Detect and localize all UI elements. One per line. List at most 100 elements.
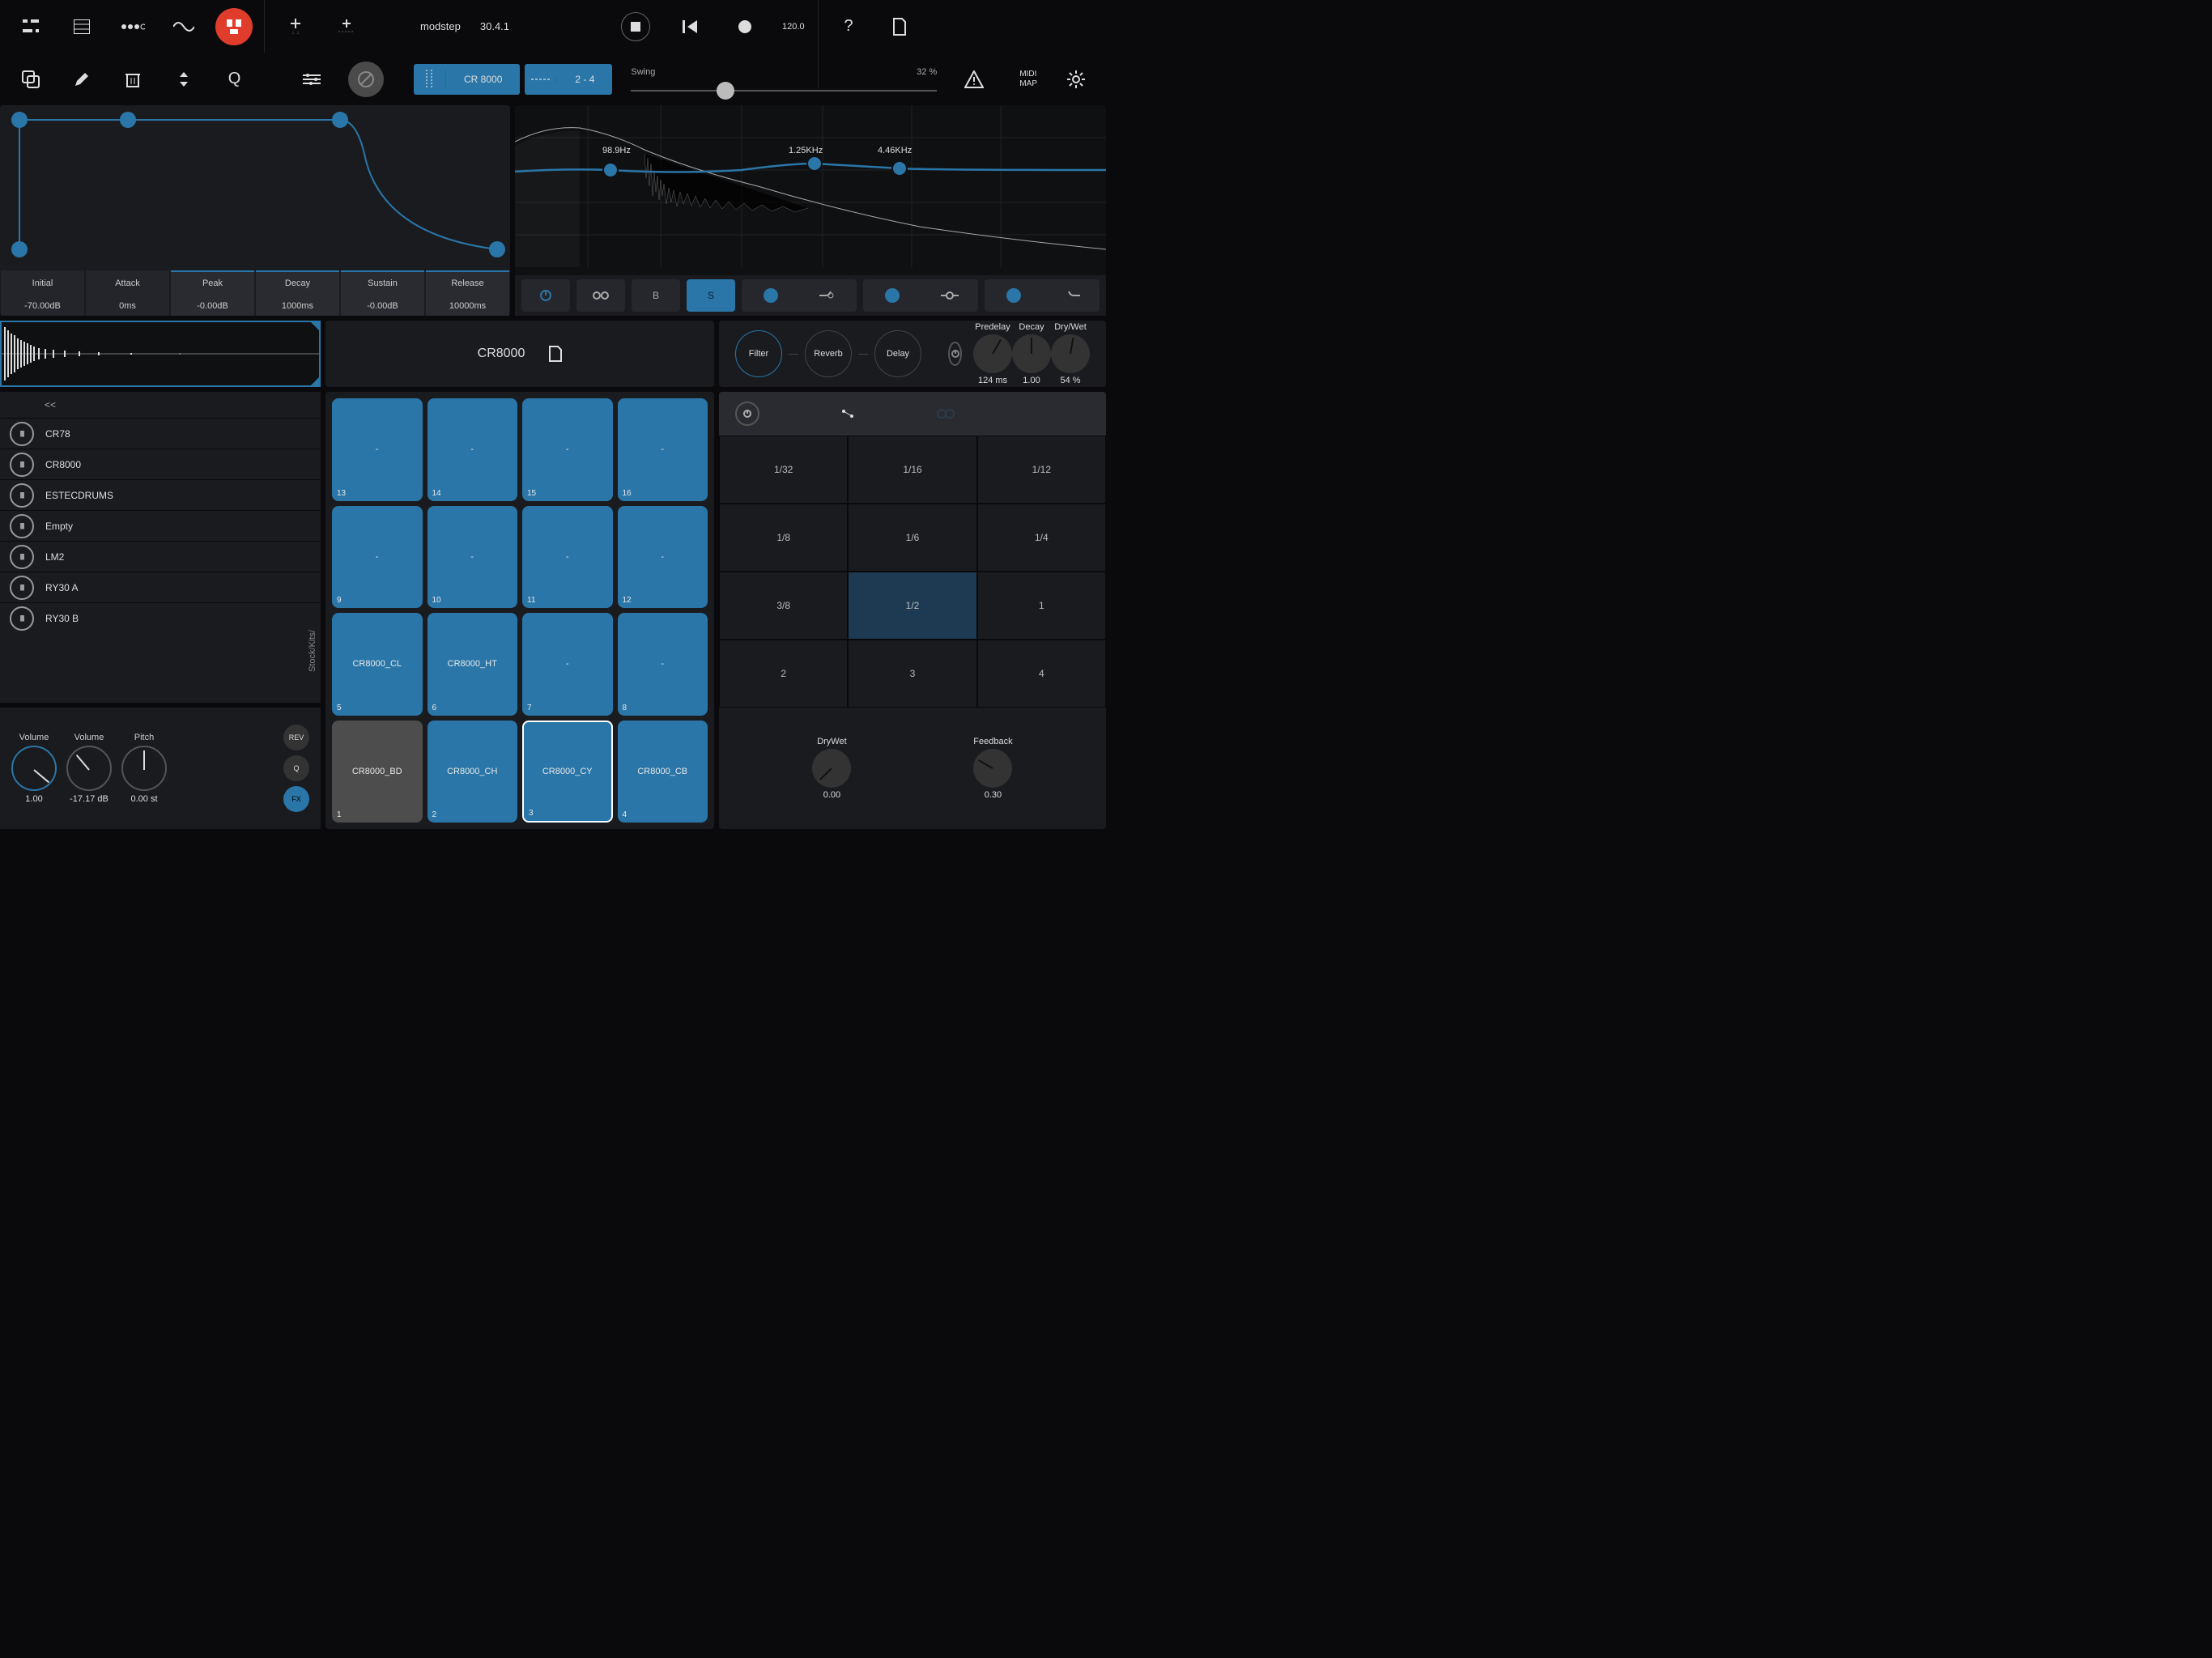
view-wave-icon[interactable] — [169, 12, 198, 40]
pad-5[interactable]: CR8000_CL5 — [332, 613, 423, 716]
sample-file-icon[interactable] — [549, 346, 562, 362]
browser-item[interactable]: |||||ESTECDRUMS — [0, 479, 321, 510]
pad-9[interactable]: -9 — [332, 506, 423, 609]
browser-item[interactable]: |||||Empty — [0, 510, 321, 541]
eq-panel[interactable]: 98.9Hz 1.25KHz 4.46KHz B S — [515, 105, 1106, 316]
delay-division-1-4[interactable]: 1/4 — [977, 504, 1106, 572]
delay-drywet-knob[interactable] — [812, 749, 851, 788]
view-steps-icon[interactable] — [118, 12, 147, 40]
envelope-param-peak[interactable]: Peak-0.00dB — [171, 270, 254, 316]
pad-13[interactable]: -13 — [332, 398, 423, 501]
browser-item[interactable]: |||||LM2 — [0, 541, 321, 572]
decay-knob[interactable] — [1012, 334, 1051, 373]
browser-item[interactable]: |||||CR8000 — [0, 449, 321, 479]
drywet-label: Dry/Wet — [1054, 322, 1087, 332]
volume-knob[interactable] — [66, 746, 112, 791]
delay-division-3-8[interactable]: 3/8 — [719, 572, 848, 640]
envelope-param-decay[interactable]: Decay1000ms — [256, 270, 339, 316]
envelope-param-release[interactable]: Release10000ms — [426, 270, 509, 316]
pad-15[interactable]: -15 — [522, 398, 613, 501]
pad-12[interactable]: -12 — [618, 506, 708, 609]
rewind-button[interactable] — [676, 12, 704, 40]
record-button[interactable] — [730, 12, 759, 41]
browser-item[interactable]: |||||RY30 A — [0, 572, 321, 602]
instrument-chip[interactable]: CR 8000 — [414, 64, 520, 95]
browser-back-button[interactable]: << — [0, 392, 321, 418]
envelope-param-attack[interactable]: Attack0ms — [86, 270, 169, 316]
browser-item[interactable]: |||||CR78 — [0, 418, 321, 449]
delete-icon[interactable] — [118, 65, 147, 93]
range-chip[interactable]: 2 - 4 — [525, 64, 612, 95]
pad-14[interactable]: -14 — [428, 398, 518, 501]
browser-item[interactable]: |||||RY30 B — [0, 602, 321, 633]
view-pads-icon[interactable] — [215, 8, 253, 45]
waveform-display[interactable] — [0, 321, 321, 387]
help-button[interactable]: ? — [835, 12, 863, 40]
envelope-panel[interactable]: Initial-70.00dBAttack0msPeak-0.00dBDecay… — [0, 105, 510, 316]
mute-icon[interactable] — [348, 62, 384, 97]
eq-s-button[interactable]: S — [687, 279, 735, 312]
predelay-knob[interactable] — [973, 334, 1012, 373]
pitch-knob[interactable] — [121, 746, 167, 791]
delay-division-1-6[interactable]: 1/6 — [848, 504, 976, 572]
eq-band-2-toggle[interactable] — [863, 279, 978, 312]
delay-division-1-16[interactable]: 1/16 — [848, 436, 976, 504]
drywet-knob[interactable] — [1051, 334, 1090, 373]
quantize-button[interactable]: Q — [220, 65, 249, 93]
delay-division-2[interactable]: 2 — [719, 640, 848, 708]
pad-1[interactable]: CR8000_BD1 — [332, 721, 423, 823]
eq-link-button[interactable] — [576, 279, 625, 312]
add-column-icon[interactable] — [281, 12, 309, 40]
pad-4[interactable]: CR8000_CB4 — [618, 721, 708, 823]
pad-6[interactable]: CR8000_HT6 — [428, 613, 518, 716]
midi-map-button[interactable]: MIDI MAP — [1019, 70, 1037, 89]
delay-division-3[interactable]: 3 — [848, 640, 976, 708]
q-button[interactable]: Q — [283, 755, 309, 781]
delay-division-1-12[interactable]: 1/12 — [977, 436, 1106, 504]
mixer-icon[interactable] — [297, 65, 325, 93]
pad-3[interactable]: CR8000_CY3 — [522, 721, 613, 823]
fx-filter-node[interactable]: Filter — [735, 330, 782, 377]
delay-division-1-32[interactable]: 1/32 — [719, 436, 848, 504]
pad-10[interactable]: -10 — [428, 506, 518, 609]
envelope-param-initial[interactable]: Initial-70.00dB — [1, 270, 84, 316]
tempo-value[interactable]: 120.0 — [782, 22, 805, 32]
stop-button[interactable] — [621, 12, 650, 41]
fx-delay-node[interactable]: Delay — [874, 330, 921, 377]
pitch-knob-label: Pitch — [134, 733, 154, 742]
eq-power-button[interactable] — [521, 279, 570, 312]
copy-icon[interactable] — [16, 65, 45, 93]
delay-division-1-2[interactable]: 1/2 — [848, 572, 976, 640]
eq-band-1-toggle[interactable] — [742, 279, 857, 312]
envelope-param-sustain[interactable]: Sustain-0.00dB — [341, 270, 424, 316]
view-arrange-icon[interactable] — [16, 12, 45, 40]
delay-division-4[interactable]: 4 — [977, 640, 1106, 708]
delay-power-button[interactable] — [735, 402, 759, 426]
pad-8[interactable]: -8 — [618, 613, 708, 716]
pad-11[interactable]: -11 — [522, 506, 613, 609]
add-row-icon[interactable] — [332, 12, 360, 40]
edit-icon[interactable] — [67, 65, 96, 93]
settings-icon[interactable] — [1061, 65, 1090, 93]
delay-feedback-knob[interactable] — [973, 749, 1012, 788]
eq-b-button[interactable]: B — [632, 279, 680, 312]
delay-mode-icon[interactable] — [840, 408, 855, 419]
sort-icon[interactable] — [169, 65, 198, 93]
pad-16[interactable]: -16 — [618, 398, 708, 501]
reverb-power-button[interactable] — [948, 342, 962, 366]
gain-knob[interactable] — [11, 746, 57, 791]
pad-2[interactable]: CR8000_CH2 — [428, 721, 518, 823]
fx-reverb-node[interactable]: Reverb — [805, 330, 852, 377]
pad-7[interactable]: -7 — [522, 613, 613, 716]
eq-band-3-toggle[interactable] — [985, 279, 1100, 312]
page-icon[interactable] — [886, 12, 914, 40]
delay-panel: 1/321/161/121/81/61/43/81/21234 DryWet0.… — [719, 392, 1106, 829]
view-piano-icon[interactable] — [67, 12, 96, 40]
fx-button[interactable]: FX — [283, 786, 309, 812]
delay-link-icon[interactable] — [936, 408, 955, 419]
warning-icon[interactable] — [964, 70, 984, 88]
delay-division-1[interactable]: 1 — [977, 572, 1106, 640]
rev-button[interactable]: REV — [283, 725, 309, 750]
swing-slider[interactable]: Swing32 % — [631, 67, 937, 91]
delay-division-1-8[interactable]: 1/8 — [719, 504, 848, 572]
